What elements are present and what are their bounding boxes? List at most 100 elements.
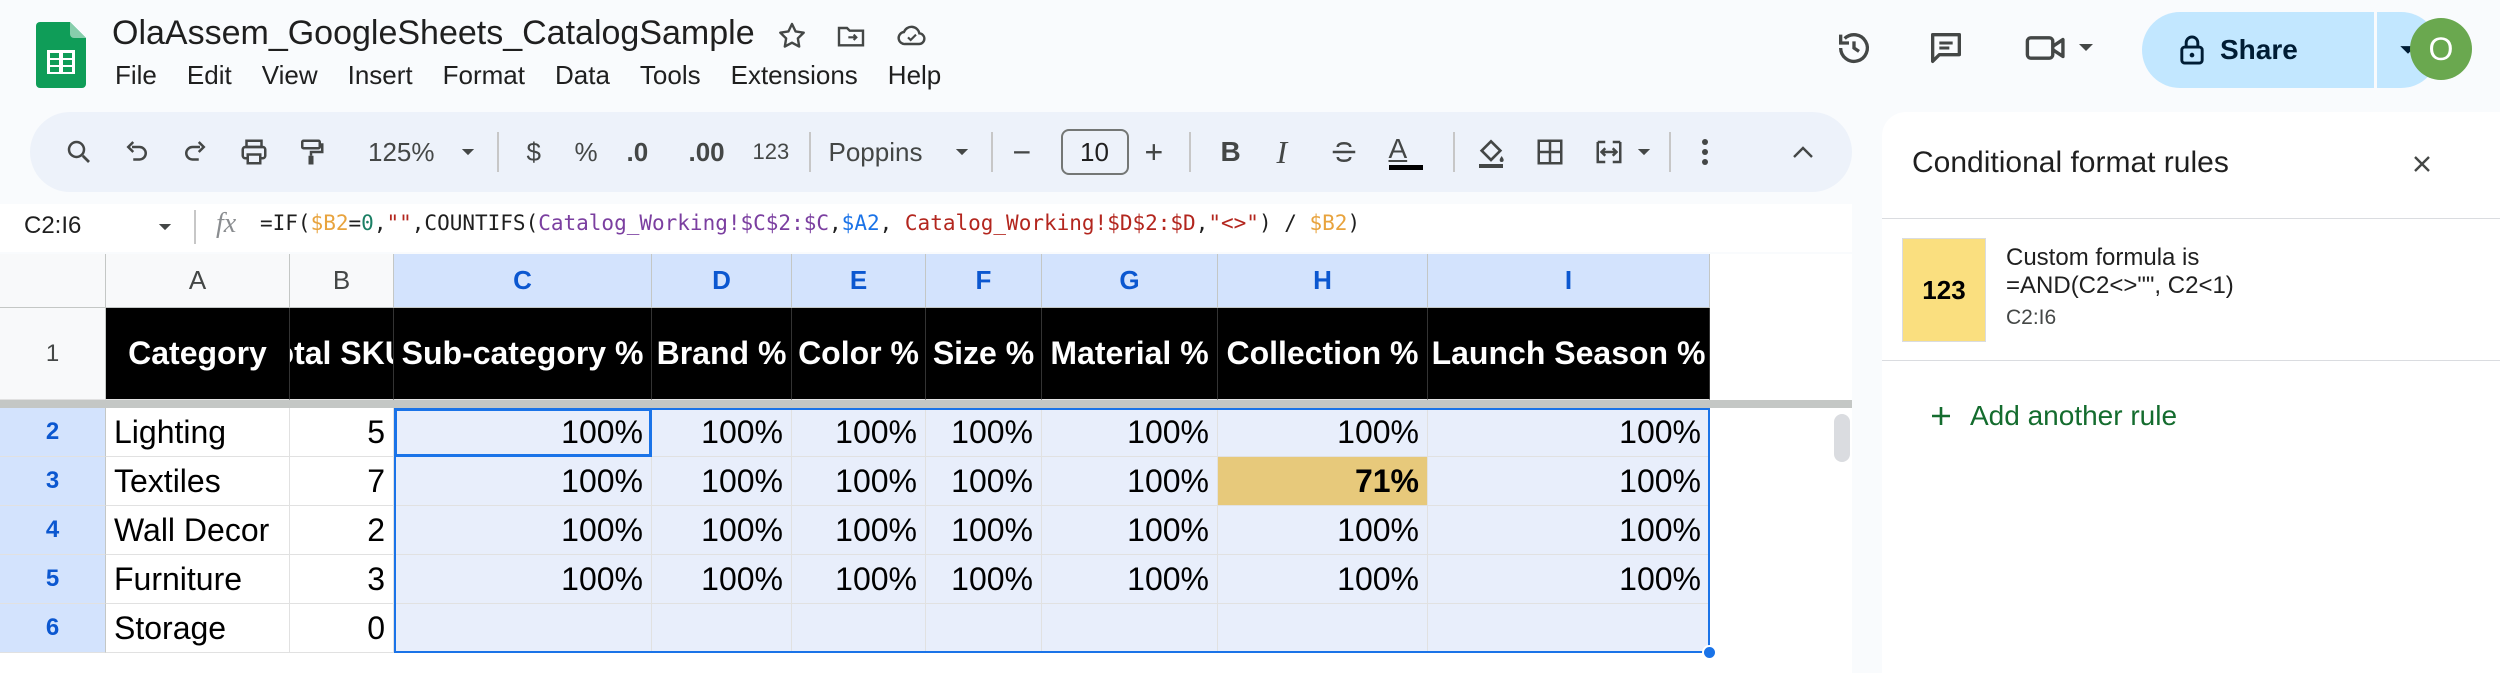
menu-file[interactable]: File <box>115 60 157 91</box>
table-cell[interactable]: 5 <box>290 408 394 457</box>
undo-icon[interactable] <box>122 137 180 167</box>
column-header-d[interactable]: D <box>652 254 792 308</box>
table-cell[interactable]: 100% <box>926 408 1042 457</box>
table-cell[interactable]: 100% <box>1042 506 1218 555</box>
table-cell[interactable] <box>1042 604 1218 653</box>
table-cell[interactable] <box>926 604 1042 653</box>
font-family-select[interactable]: Poppins <box>829 137 955 168</box>
column-header-b[interactable]: B <box>290 254 394 308</box>
table-cell[interactable] <box>394 604 652 653</box>
number-format-button[interactable]: 123 <box>753 139 809 165</box>
share-button[interactable]: Share <box>2142 12 2374 88</box>
table-cell[interactable]: 100% <box>1428 506 1710 555</box>
menu-format[interactable]: Format <box>443 60 525 91</box>
header-cell[interactable]: Sub-category % <box>394 308 652 400</box>
borders-icon[interactable] <box>1535 137 1593 167</box>
table-cell[interactable]: 71% <box>1218 457 1428 506</box>
chevron-down-icon[interactable] <box>955 148 969 157</box>
row-header-1[interactable]: 1 <box>0 308 106 400</box>
spreadsheet-grid[interactable]: ABCDEFGHI123456CategoryTotal SKUsSub-cat… <box>0 254 1852 673</box>
table-cell[interactable]: 2 <box>290 506 394 555</box>
italic-button[interactable]: I <box>1277 134 1329 171</box>
redo-icon[interactable] <box>180 137 238 167</box>
comments-icon[interactable] <box>1926 28 1966 68</box>
row-header-3[interactable]: 3 <box>0 457 106 506</box>
table-cell[interactable]: Wall Decor <box>106 506 290 555</box>
table-cell[interactable]: 100% <box>1218 408 1428 457</box>
vertical-scrollbar[interactable] <box>1834 414 1850 462</box>
menu-extensions[interactable]: Extensions <box>731 60 858 91</box>
bold-button[interactable]: B <box>1221 136 1277 168</box>
table-cell[interactable]: 100% <box>792 457 926 506</box>
menu-insert[interactable]: Insert <box>348 60 413 91</box>
print-icon[interactable] <box>238 137 296 167</box>
select-all-corner[interactable] <box>0 254 106 308</box>
table-cell[interactable] <box>1218 604 1428 653</box>
table-cell[interactable]: 100% <box>652 457 792 506</box>
menu-view[interactable]: View <box>262 60 318 91</box>
row-header-5[interactable]: 5 <box>0 555 106 604</box>
table-cell[interactable]: 100% <box>652 408 792 457</box>
table-cell[interactable]: 100% <box>394 506 652 555</box>
table-cell[interactable]: 100% <box>394 555 652 604</box>
header-cell[interactable]: Size % <box>926 308 1042 400</box>
table-cell[interactable]: 100% <box>394 457 652 506</box>
document-title[interactable]: OlaAssem_GoogleSheets_CatalogSample <box>112 14 755 53</box>
close-icon[interactable] <box>2410 152 2434 176</box>
table-cell[interactable]: 100% <box>926 506 1042 555</box>
column-header-f[interactable]: F <box>926 254 1042 308</box>
column-header-e[interactable]: E <box>792 254 926 308</box>
table-cell[interactable]: 0 <box>290 604 394 653</box>
table-cell[interactable]: 100% <box>1042 555 1218 604</box>
table-cell[interactable]: 100% <box>1218 555 1428 604</box>
menu-help[interactable]: Help <box>888 60 941 91</box>
row-header-4[interactable]: 4 <box>0 506 106 555</box>
header-cell[interactable]: Total SKUs <box>290 308 394 400</box>
table-cell[interactable]: 100% <box>926 457 1042 506</box>
menu-data[interactable]: Data <box>555 60 610 91</box>
table-cell[interactable]: 100% <box>792 408 926 457</box>
header-cell[interactable]: Material % <box>1042 308 1218 400</box>
chevron-down-icon[interactable] <box>461 148 475 157</box>
table-cell[interactable]: Lighting <box>106 408 290 457</box>
currency-format-button[interactable]: $ <box>527 137 575 168</box>
table-cell[interactable]: 3 <box>290 555 394 604</box>
zoom-value[interactable]: 125% <box>368 137 435 168</box>
table-cell[interactable]: 100% <box>652 506 792 555</box>
row-header-2[interactable]: 2 <box>0 408 106 457</box>
menu-edit[interactable]: Edit <box>187 60 232 91</box>
merge-cells-icon[interactable] <box>1593 137 1637 167</box>
sheets-logo-icon[interactable] <box>36 22 86 88</box>
table-cell[interactable]: 100% <box>1428 457 1710 506</box>
percent-format-button[interactable]: % <box>575 137 627 168</box>
chevron-down-icon[interactable] <box>1637 148 1651 157</box>
table-cell[interactable]: 100% <box>926 555 1042 604</box>
column-header-h[interactable]: H <box>1218 254 1428 308</box>
table-cell[interactable] <box>1428 604 1710 653</box>
column-header-g[interactable]: G <box>1042 254 1218 308</box>
move-folder-icon[interactable] <box>834 20 868 52</box>
name-box[interactable]: C2:I6 <box>24 212 81 240</box>
table-cell[interactable]: 100% <box>1428 408 1710 457</box>
header-cell[interactable]: Collection % <box>1218 308 1428 400</box>
column-header-a[interactable]: A <box>106 254 290 308</box>
row-header-6[interactable]: 6 <box>0 604 106 653</box>
table-cell[interactable]: Furniture <box>106 555 290 604</box>
search-menus-icon[interactable] <box>64 137 122 167</box>
formula-input[interactable]: =IF($B2=0,"",COUNTIFS(Catalog_Working!$C… <box>260 211 1360 235</box>
account-avatar[interactable]: O <box>2410 18 2472 80</box>
menu-tools[interactable]: Tools <box>640 60 701 91</box>
paint-format-icon[interactable] <box>296 136 354 168</box>
version-history-icon[interactable] <box>1834 28 1874 68</box>
header-cell[interactable]: Brand % <box>652 308 792 400</box>
fill-color-icon[interactable] <box>1475 136 1535 168</box>
table-cell[interactable]: 100% <box>1042 408 1218 457</box>
chevron-down-icon[interactable] <box>158 223 172 232</box>
table-cell[interactable]: 7 <box>290 457 394 506</box>
header-cell[interactable]: Category <box>106 308 290 400</box>
collapse-menus-icon[interactable] <box>1791 144 1815 160</box>
increase-decimal-button[interactable]: .00 <box>689 137 753 168</box>
table-cell[interactable]: 100% <box>1218 506 1428 555</box>
table-cell[interactable] <box>652 604 792 653</box>
meet-button[interactable] <box>2024 30 2094 66</box>
